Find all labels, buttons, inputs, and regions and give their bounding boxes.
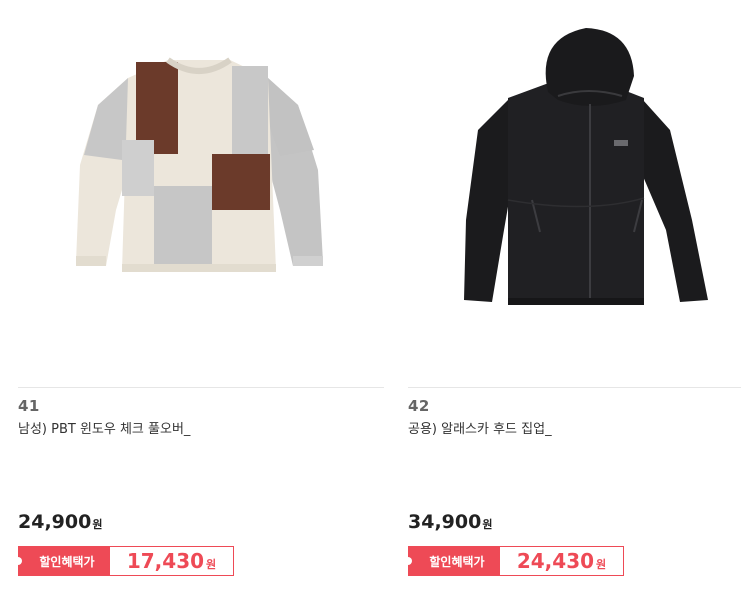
discount-label: 할인혜택가 — [39, 554, 95, 569]
discount-unit: 원 — [206, 557, 217, 571]
price-value: 34,900 — [408, 511, 482, 533]
discount-unit: 원 — [596, 557, 607, 571]
discount-label-tag: 할인혜택가 — [404, 546, 500, 576]
product-image-sweater[interactable] — [18, 0, 384, 385]
price-unit: 원 — [482, 518, 493, 531]
discount-value: 24,430 원 — [500, 546, 624, 576]
discount-label: 할인혜택가 — [429, 554, 485, 569]
discount-price-box: 할인혜택가 17,430 원 — [14, 546, 234, 576]
original-price: 34,900원 — [408, 511, 492, 533]
rank-number: 42 — [408, 397, 430, 415]
discount-price-box: 할인혜택가 24,430 원 — [404, 546, 624, 576]
discount-price: 24,430 — [516, 549, 595, 573]
card-divider — [18, 387, 384, 388]
original-price: 24,900원 — [18, 511, 102, 533]
card-divider — [408, 387, 741, 388]
price-unit: 원 — [92, 518, 103, 531]
product-image-jacket[interactable] — [408, 0, 741, 385]
tag-notch — [14, 557, 22, 565]
product-card[interactable]: 41 남성) PBT 윈도우 체크 풀오버_ 24,900원 할인혜택가 17,… — [14, 0, 384, 591]
tag-notch — [404, 557, 412, 565]
price-value: 24,900 — [18, 511, 92, 533]
product-name[interactable]: 공용) 알래스카 후드 집업_ — [408, 418, 552, 437]
discount-price: 17,430 — [126, 549, 205, 573]
product-card[interactable]: 42 공용) 알래스카 후드 집업_ 34,900원 할인혜택가 24,430 원 — [404, 0, 741, 591]
rank-number: 41 — [18, 397, 40, 415]
discount-label-tag: 할인혜택가 — [14, 546, 110, 576]
product-name[interactable]: 남성) PBT 윈도우 체크 풀오버_ — [18, 418, 190, 437]
discount-value: 17,430 원 — [110, 546, 234, 576]
